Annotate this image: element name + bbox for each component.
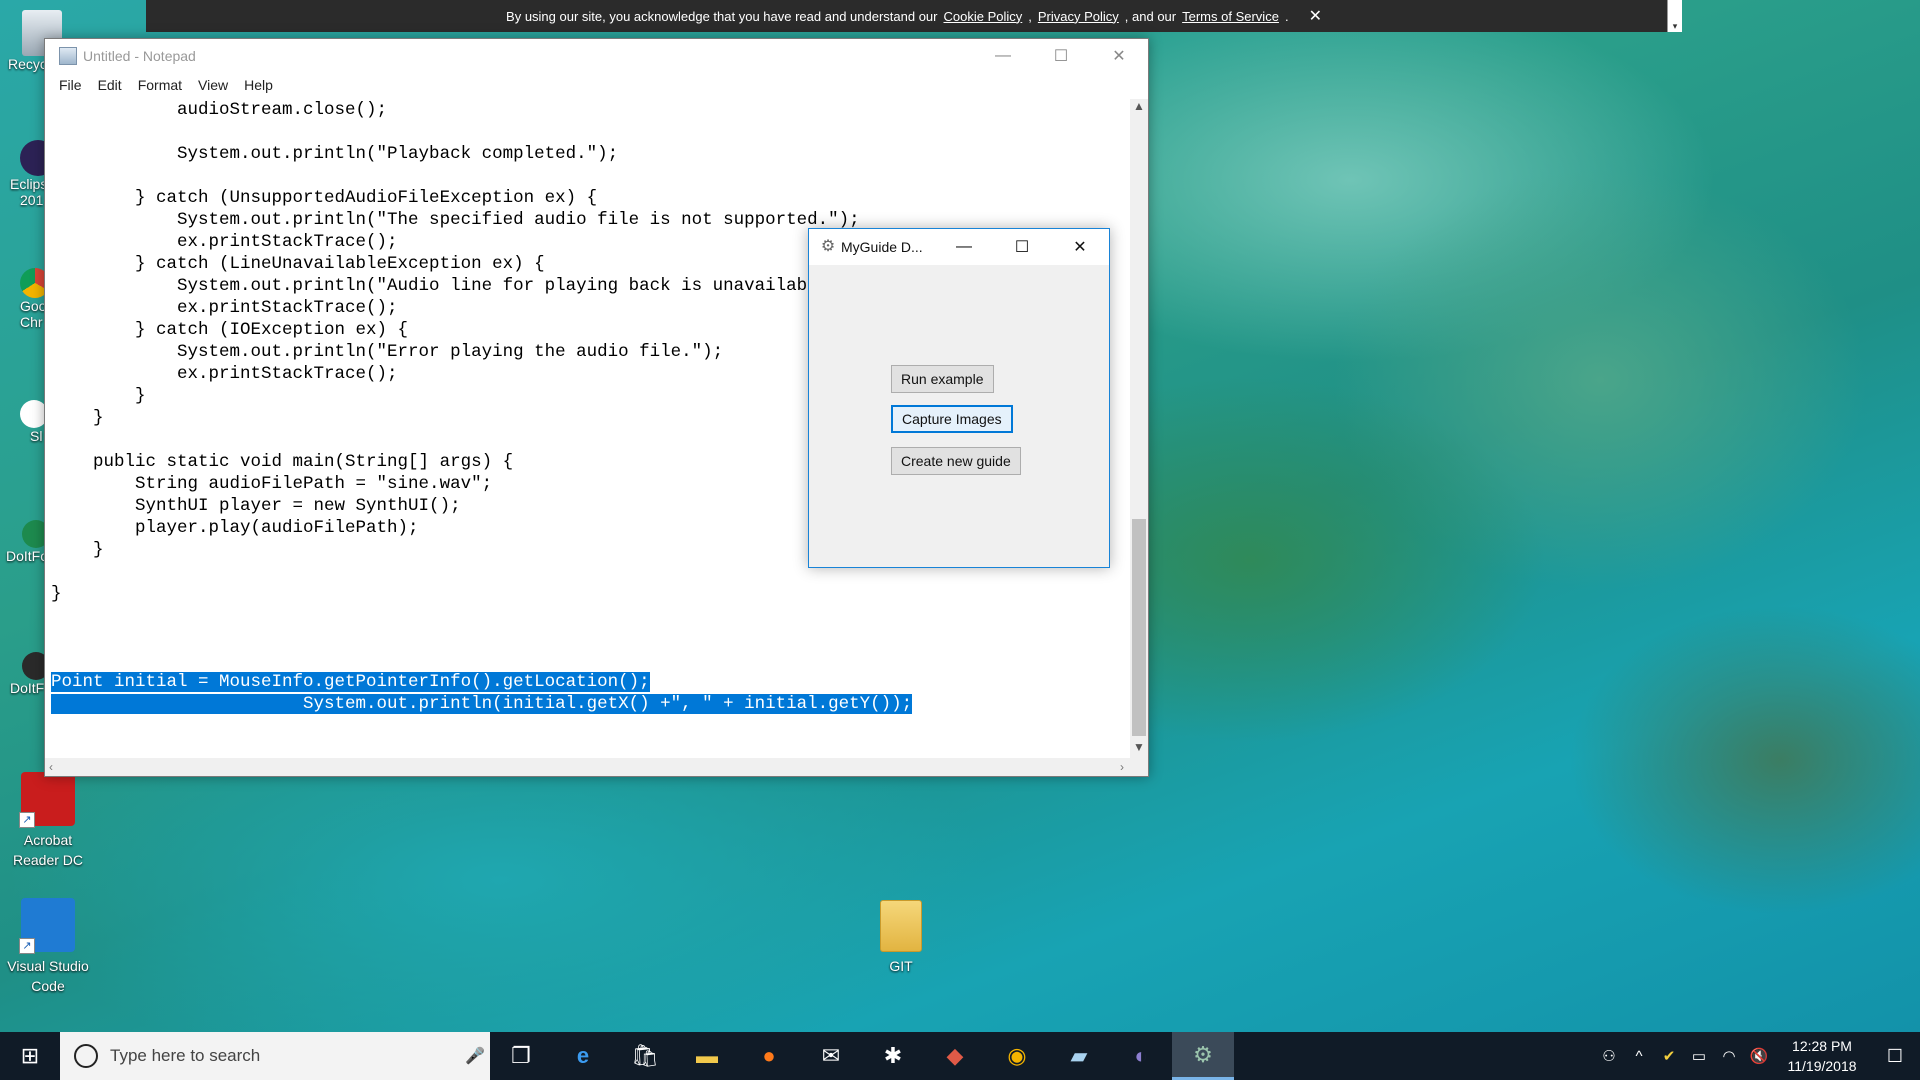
eclipse-taskbar-icon[interactable]: ◐: [1110, 1032, 1172, 1080]
show-hidden-icons-icon[interactable]: ^: [1624, 1048, 1654, 1065]
acrobat-label-2: Reader DC: [12, 852, 84, 868]
shortcut-arrow-icon: ↗: [19, 938, 35, 954]
cookie-period: .: [1284, 8, 1289, 24]
terms-of-service-link[interactable]: Terms of Service: [1182, 9, 1279, 24]
selected-code-line: Point initial = MouseInfo.getPointerInfo…: [51, 672, 650, 692]
minimize-button[interactable]: —: [974, 39, 1032, 73]
desktop-icon-git-folder[interactable]: GIT: [858, 900, 944, 974]
store-icon[interactable]: 🛍: [614, 1032, 676, 1080]
maximize-button[interactable]: ☐: [1032, 39, 1090, 73]
myguide-title: MyGuide D...: [841, 239, 923, 255]
menu-view[interactable]: View: [190, 77, 236, 93]
clock-date: 11/19/2018: [1787, 1058, 1857, 1074]
desktop-icon-vscode[interactable]: ↗ Visual Studio Code: [0, 898, 96, 996]
scroll-up-icon[interactable]: ▲: [1130, 99, 1148, 117]
close-button[interactable]: ✕: [1090, 39, 1148, 73]
firefox-icon[interactable]: ●: [738, 1032, 800, 1080]
menu-help[interactable]: Help: [236, 77, 281, 93]
git-tool-icon[interactable]: ◆: [924, 1032, 986, 1080]
code-line: audioStream.close();: [51, 100, 388, 120]
cookie-banner-text: By using our site, you acknowledge that …: [506, 8, 938, 24]
myguide-title-bar[interactable]: ⚙ MyGuide D... — ☐ ✕: [809, 229, 1109, 265]
vscode-label-2: Code: [31, 978, 65, 994]
acrobat-icon: ↗: [19, 772, 75, 828]
notepad-taskbar-icon[interactable]: ▰: [1048, 1032, 1110, 1080]
file-explorer-icon[interactable]: ▬: [676, 1032, 738, 1080]
run-example-button[interactable]: Run example: [891, 365, 994, 393]
menu-file[interactable]: File: [51, 77, 90, 93]
vscode-icon: ↗: [19, 898, 75, 954]
windows-start-icon[interactable]: ⊞: [0, 1032, 60, 1080]
code-line: System.out.println("Playback completed."…: [51, 144, 619, 164]
notepad-title: Untitled - Notepad: [83, 48, 196, 64]
chrome-taskbar-icon[interactable]: ◉: [986, 1032, 1048, 1080]
resize-grip[interactable]: [1130, 758, 1148, 776]
clock-time: 12:28 PM: [1792, 1038, 1852, 1054]
cookie-close-icon[interactable]: ✕: [1309, 6, 1322, 26]
action-center-icon[interactable]: ☐: [1870, 1046, 1920, 1067]
people-icon[interactable]: ⚇: [1594, 1047, 1624, 1065]
clock[interactable]: 12:28 PM 11/19/2018: [1774, 1036, 1870, 1076]
microphone-icon[interactable]: 🎤: [460, 1046, 490, 1066]
acrobat-label-1: Acrobat: [23, 832, 73, 848]
cookie-scrollbar[interactable]: ▾: [1667, 0, 1682, 32]
slack-taskbar-icon[interactable]: ✱: [862, 1032, 924, 1080]
shortcut-arrow-icon: ↗: [19, 812, 35, 828]
gear-icon: ⚙: [820, 238, 836, 255]
mail-icon[interactable]: ✉: [800, 1032, 862, 1080]
folder-icon: [880, 900, 922, 952]
myguide-close-button[interactable]: ✕: [1051, 229, 1109, 265]
system-tray: ⚇ ^ ✔ ▭ ◠ 🔇 12:28 PM 11/19/2018 ☐: [1594, 1032, 1920, 1080]
cookie-banner: By using our site, you acknowledge that …: [146, 0, 1682, 32]
notepad-title-bar[interactable]: Untitled - Notepad — ☐ ✕: [45, 39, 1148, 73]
myguide-dialog[interactable]: ⚙ MyGuide D... — ☐ ✕ Run example Capture…: [808, 228, 1110, 568]
privacy-policy-link[interactable]: Privacy Policy: [1038, 9, 1119, 24]
battery-icon[interactable]: ▭: [1684, 1047, 1714, 1065]
menu-format[interactable]: Format: [130, 77, 190, 93]
scroll-down-icon[interactable]: ▼: [1130, 740, 1148, 758]
norton-icon[interactable]: ✔: [1654, 1047, 1684, 1065]
create-new-guide-button[interactable]: Create new guide: [891, 447, 1021, 475]
scroll-right-icon[interactable]: ›: [1120, 760, 1124, 774]
myguide-maximize-button[interactable]: ☐: [993, 229, 1051, 265]
code-line: }: [51, 584, 62, 604]
selected-code-line: System.out.println(initial.getX() +", " …: [51, 694, 913, 714]
myguide-taskbar-icon[interactable]: ⚙: [1172, 1032, 1234, 1080]
horizontal-scrollbar[interactable]: ‹ ›: [45, 758, 1130, 776]
notepad-menu-bar: File Edit Format View Help: [45, 73, 1148, 97]
taskbar: ⊞ Type here to search 🎤 ❐ e 🛍 ▬ ● ✉ ✱ ◆ …: [0, 1032, 1920, 1080]
myguide-minimize-button[interactable]: —: [935, 229, 993, 265]
cookie-policy-link[interactable]: Cookie Policy: [943, 9, 1022, 24]
volume-muted-icon[interactable]: 🔇: [1744, 1047, 1774, 1065]
task-view-icon[interactable]: ❐: [490, 1032, 552, 1080]
scroll-thumb[interactable]: [1132, 519, 1146, 736]
cortana-icon: [74, 1044, 98, 1068]
capture-images-button[interactable]: Capture Images: [891, 405, 1013, 433]
desktop-icon-acrobat[interactable]: ↗ Acrobat Reader DC: [0, 772, 96, 870]
cookie-comma: ,: [1028, 8, 1032, 24]
vscode-label-1: Visual Studio: [7, 958, 89, 974]
notepad-icon: [59, 47, 77, 65]
taskbar-search-box[interactable]: Type here to search 🎤: [60, 1032, 490, 1080]
code-line: } catch (UnsupportedAudioFileException e…: [51, 188, 598, 208]
search-placeholder: Type here to search: [110, 1046, 261, 1065]
edge-icon[interactable]: e: [552, 1032, 614, 1080]
menu-edit[interactable]: Edit: [90, 77, 130, 93]
wifi-icon[interactable]: ◠: [1714, 1047, 1744, 1065]
git-folder-label: GIT: [889, 958, 913, 974]
cookie-and-our: , and our: [1124, 8, 1177, 24]
vertical-scrollbar[interactable]: ▲ ▼: [1130, 99, 1148, 758]
scroll-left-icon[interactable]: ‹: [49, 760, 53, 774]
